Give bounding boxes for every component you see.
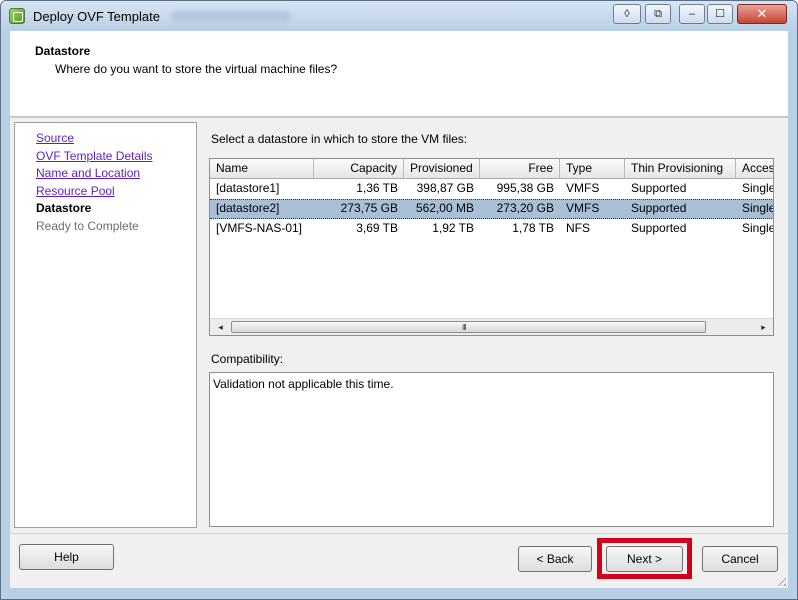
copy-icon[interactable]: ⧉ (645, 4, 671, 24)
wizard-steps-nav: Source OVF Template Details Name and Loc… (14, 122, 197, 528)
nav-step-ovf-template-details[interactable]: OVF Template Details (36, 149, 153, 163)
datastore-prompt: Select a datastore in which to store the… (211, 132, 468, 146)
cell-access: Single (742, 181, 774, 195)
datastore-table: Name Capacity Provisioned Free Type Thin… (209, 158, 774, 336)
scroll-left-icon[interactable]: ◂ (212, 319, 229, 335)
wizard-body: Source OVF Template Details Name and Loc… (10, 118, 788, 533)
cell-name: [datastore1] (216, 181, 280, 195)
window-title: Deploy OVF Template (33, 9, 160, 24)
cell-capacity: 3,69 TB (356, 221, 398, 235)
horizontal-scrollbar[interactable]: ◂ III ▸ (210, 318, 773, 335)
next-button[interactable]: Next > (606, 546, 683, 572)
title-bar: Deploy OVF Template ◊ ⧉ ‒ ☐ ✕ (1, 1, 797, 31)
column-header-free[interactable]: Free (480, 159, 560, 179)
wizard-header: Datastore Where do you want to store the… (10, 31, 788, 117)
nav-step-resource-pool[interactable]: Resource Pool (36, 184, 115, 198)
table-row[interactable]: [VMFS-NAS-01] 3,69 TB 1,92 TB 1,78 TB NF… (210, 219, 774, 239)
nav-step-name-and-location[interactable]: Name and Location (36, 166, 140, 180)
column-header-name[interactable]: Name (210, 159, 314, 179)
cell-type: VMFS (566, 201, 600, 215)
column-header-thin-provisioning[interactable]: Thin Provisioning (625, 159, 736, 179)
cell-access: Single (742, 201, 774, 215)
compatibility-text-area: Validation not applicable this time. (209, 372, 774, 527)
cell-free: 995,38 GB (496, 181, 554, 195)
cell-thin-provisioning: Supported (631, 201, 687, 215)
cell-capacity: 1,36 TB (356, 181, 398, 195)
cell-free: 1,78 TB (512, 221, 554, 235)
resize-grip-icon[interactable] (774, 574, 786, 586)
table-row[interactable]: [datastore1] 1,36 TB 398,87 GB 995,38 GB… (210, 179, 774, 199)
column-header-capacity[interactable]: Capacity (314, 159, 404, 179)
nav-step-datastore: Datastore (36, 201, 92, 215)
cell-access: Single (742, 221, 774, 235)
page-title: Datastore (35, 44, 91, 58)
cell-thin-provisioning: Supported (631, 221, 687, 235)
cell-type: NFS (566, 221, 590, 235)
restore-icon[interactable]: ◊ (613, 4, 641, 24)
table-row-selected[interactable]: [datastore2] 273,75 GB 562,00 MB 273,20 … (210, 199, 774, 219)
close-button[interactable]: ✕ (737, 4, 787, 24)
minimize-button[interactable]: ‒ (679, 4, 705, 24)
cell-thin-provisioning: Supported (631, 181, 687, 195)
scroll-thumb[interactable]: III (231, 321, 706, 333)
compatibility-label: Compatibility: (211, 352, 284, 366)
column-header-provisioned[interactable]: Provisioned (404, 159, 480, 179)
table-header: Name Capacity Provisioned Free Type Thin… (210, 159, 773, 179)
cancel-button[interactable]: Cancel (702, 546, 778, 572)
help-button[interactable]: Help (19, 544, 114, 570)
nav-step-source[interactable]: Source (36, 131, 74, 145)
cell-type: VMFS (566, 181, 600, 195)
maximize-button[interactable]: ☐ (707, 4, 733, 24)
back-button[interactable]: < Back (518, 546, 592, 572)
scroll-grip-icon: III (462, 323, 467, 332)
column-header-type[interactable]: Type (560, 159, 625, 179)
deploy-ovf-window: Deploy OVF Template ◊ ⧉ ‒ ☐ ✕ Datastore … (0, 0, 798, 600)
cell-provisioned: 562,00 MB (415, 201, 474, 215)
app-icon (9, 8, 25, 24)
title-blur-decoration (171, 11, 291, 21)
wizard-footer: Help < Back Next > Cancel (10, 533, 788, 588)
cell-name: [datastore2] (216, 201, 280, 215)
scroll-right-icon[interactable]: ▸ (755, 319, 772, 335)
cell-free: 273,20 GB (496, 201, 554, 215)
cell-provisioned: 398,87 GB (416, 181, 474, 195)
cell-provisioned: 1,92 TB (432, 221, 474, 235)
nav-step-ready-to-complete: Ready to Complete (36, 219, 139, 233)
cell-name: [VMFS-NAS-01] (216, 221, 303, 235)
cell-capacity: 273,75 GB (340, 201, 398, 215)
page-subtitle: Where do you want to store the virtual m… (55, 62, 338, 76)
compatibility-message: Validation not applicable this time. (213, 377, 394, 391)
column-header-access[interactable]: Access (736, 159, 773, 179)
